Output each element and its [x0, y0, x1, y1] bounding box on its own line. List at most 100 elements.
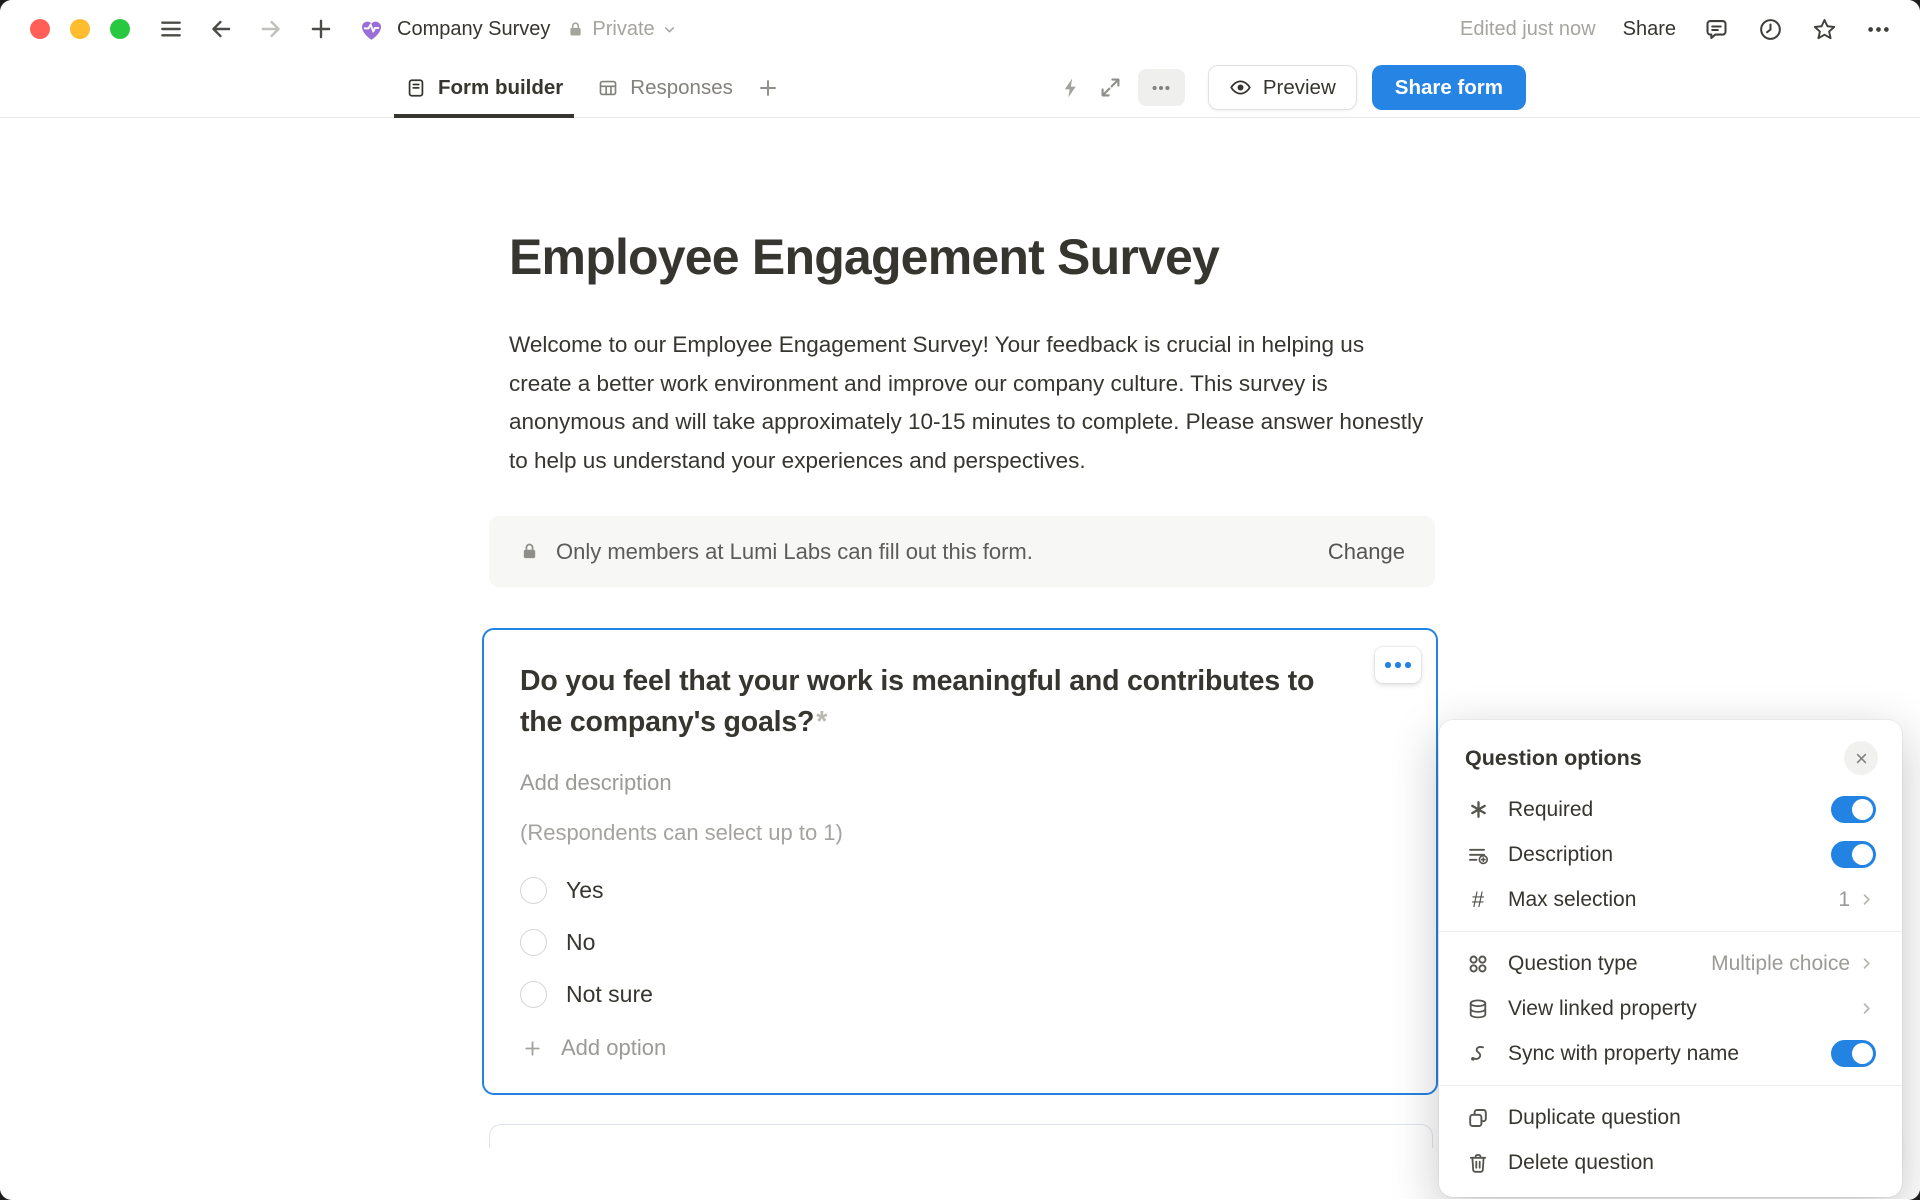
hash-icon: # [1465, 887, 1491, 913]
sidebar-toggle-button[interactable] [158, 16, 184, 42]
privacy-dropdown[interactable]: Private [566, 18, 676, 41]
plus-icon [308, 16, 334, 42]
favorite-button[interactable] [1811, 16, 1838, 43]
max-selection-row[interactable]: # Max selection 1 [1439, 877, 1902, 922]
expand-view-button[interactable] [1098, 75, 1123, 100]
sync-property-label: Sync with property name [1508, 1042, 1739, 1066]
options-list: Yes No Not sure [520, 864, 1400, 1020]
responses-table-icon [597, 77, 619, 99]
close-popup-button[interactable] [1844, 741, 1878, 775]
radio-button[interactable] [520, 929, 547, 956]
lock-icon [519, 541, 540, 562]
divider [1439, 1085, 1902, 1086]
question-type-icon [1465, 951, 1491, 977]
share-form-label: Share form [1395, 76, 1503, 100]
asterisk-icon [1465, 797, 1491, 823]
duplicate-icon [1465, 1105, 1491, 1131]
option-label: Not sure [566, 981, 653, 1008]
duplicate-question-label: Duplicate question [1508, 1106, 1681, 1130]
required-toggle[interactable] [1831, 796, 1876, 823]
titlebar: Company Survey Private Edited just now S… [0, 0, 1920, 58]
star-icon [1811, 16, 1838, 43]
titlebar-actions: Edited just now Share [1460, 16, 1892, 43]
option-label: No [566, 929, 595, 956]
view-tabbar: Form builder Responses Preview Sha [0, 58, 1920, 118]
close-icon [1853, 750, 1870, 767]
question-title[interactable]: Do you feel that your work is meaningful… [520, 661, 1332, 743]
option-row[interactable]: No [520, 916, 1400, 968]
question-options-popup: Question options Required Description # … [1439, 720, 1902, 1197]
more-options-button[interactable] [1865, 16, 1892, 43]
required-row[interactable]: Required [1439, 787, 1902, 832]
divider [1439, 931, 1902, 932]
tab-form-builder[interactable]: Form builder [394, 58, 574, 117]
comments-button[interactable] [1703, 16, 1730, 43]
privacy-label: Private [592, 18, 654, 41]
hamburger-icon [158, 16, 184, 42]
automations-button[interactable] [1059, 76, 1083, 100]
add-view-button[interactable] [744, 58, 792, 117]
sync-curve-icon [1465, 1041, 1491, 1067]
minimize-window-button[interactable] [70, 19, 90, 39]
change-access-button[interactable]: Change [1328, 539, 1405, 565]
add-option-label: Add option [561, 1035, 666, 1061]
chevron-right-icon [1857, 890, 1876, 909]
delete-question-label: Delete question [1508, 1151, 1654, 1175]
clock-icon [1757, 16, 1784, 43]
form-description[interactable]: Welcome to our Employee Engagement Surve… [509, 326, 1429, 480]
close-window-button[interactable] [30, 19, 50, 39]
question-type-value: Multiple choice [1711, 952, 1850, 976]
sync-property-toggle[interactable] [1831, 1040, 1876, 1067]
share-form-button[interactable]: Share form [1372, 65, 1526, 110]
view-more-options-button[interactable] [1138, 69, 1185, 106]
option-row[interactable]: Not sure [520, 968, 1400, 1020]
tabbar-actions: Preview Share form [1059, 58, 1526, 117]
radio-button[interactable] [520, 981, 547, 1008]
question-type-label: Question type [1508, 952, 1638, 976]
delete-question-row[interactable]: Delete question [1439, 1140, 1902, 1185]
ellipsis-icon [1865, 16, 1892, 43]
question-type-row[interactable]: Question type Multiple choice [1439, 941, 1902, 986]
expand-arrows-icon [1098, 75, 1123, 100]
forward-button[interactable] [258, 16, 284, 42]
question-description-placeholder[interactable]: Add description [520, 770, 1400, 796]
question-title-text: Do you feel that your work is meaningful… [520, 665, 1314, 738]
forward-arrow-icon [258, 16, 284, 42]
preview-button[interactable]: Preview [1208, 65, 1357, 110]
preview-label: Preview [1263, 76, 1336, 100]
question-more-button[interactable] [1375, 647, 1421, 683]
eye-icon [1229, 76, 1252, 99]
new-tab-button[interactable] [308, 16, 334, 42]
page-heart-pulse-icon [358, 16, 385, 43]
database-icon [1465, 996, 1491, 1022]
add-option-button[interactable]: Add option [520, 1023, 1400, 1073]
description-lines-icon [1465, 842, 1491, 868]
breadcrumb-page-title[interactable]: Company Survey [397, 18, 550, 41]
option-row[interactable]: Yes [520, 864, 1400, 916]
view-linked-property-row[interactable]: View linked property [1439, 986, 1902, 1031]
zoom-window-button[interactable] [110, 19, 130, 39]
option-label: Yes [566, 877, 604, 904]
lock-icon [566, 20, 585, 39]
required-label: Required [1508, 798, 1593, 822]
description-toggle[interactable] [1831, 841, 1876, 868]
question-card[interactable]: Do you feel that your work is meaningful… [482, 628, 1438, 1095]
duplicate-question-row[interactable]: Duplicate question [1439, 1095, 1902, 1140]
share-button[interactable]: Share [1623, 18, 1676, 41]
description-label: Description [1508, 843, 1613, 867]
selection-limit-hint: (Respondents can select up to 1) [520, 820, 1400, 846]
description-row[interactable]: Description [1439, 832, 1902, 877]
trash-icon [1465, 1150, 1491, 1176]
tab-responses[interactable]: Responses [586, 58, 744, 117]
tab-label: Form builder [438, 76, 563, 100]
chevron-down-icon [662, 22, 677, 37]
popup-header: Question options [1439, 720, 1902, 787]
history-button[interactable] [1757, 16, 1784, 43]
form-title[interactable]: Employee Engagement Survey [509, 226, 1438, 288]
sync-property-row[interactable]: Sync with property name [1439, 1031, 1902, 1076]
chevron-right-icon [1857, 999, 1876, 1018]
back-arrow-icon [208, 16, 234, 42]
access-notice-text: Only members at Lumi Labs can fill out t… [556, 539, 1033, 565]
back-button[interactable] [208, 16, 234, 42]
radio-button[interactable] [520, 877, 547, 904]
